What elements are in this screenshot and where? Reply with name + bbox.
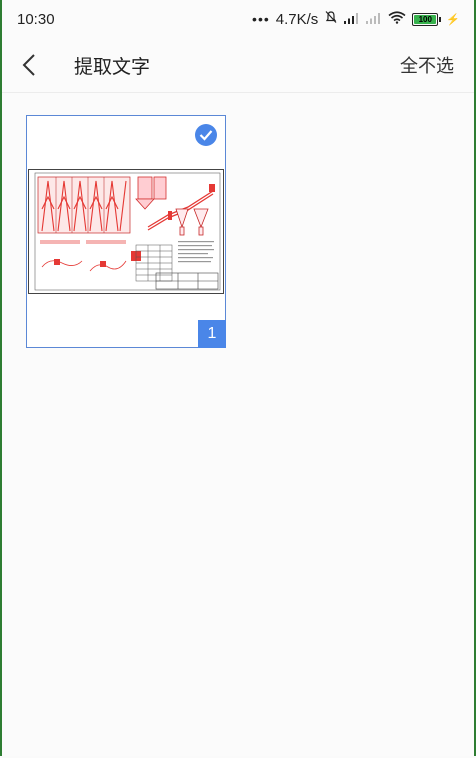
top-app-bar: 提取文字 全不选 — [2, 38, 474, 93]
back-button[interactable] — [22, 50, 52, 80]
mute-bell-icon — [324, 10, 338, 28]
battery-level: 100 — [418, 14, 432, 24]
status-icons: ••• 4.7K/s 100 ⚡ — [252, 10, 460, 28]
signal-icon-2 — [366, 11, 382, 28]
wifi-icon — [388, 10, 406, 28]
page-thumbnail[interactable]: 1 — [26, 115, 226, 348]
chevron-left-icon — [22, 54, 35, 76]
selected-check-icon[interactable] — [195, 124, 217, 146]
page-title: 提取文字 — [74, 55, 151, 78]
battery-icon: 100 — [412, 12, 442, 26]
signal-icon — [344, 11, 360, 28]
status-time: 10:30 — [17, 10, 55, 28]
charging-bolt-icon: ⚡ — [446, 13, 460, 26]
app-screen: 10:30 ••• 4.7K/s 100 ⚡ 提取文字 全不选 1 — [0, 0, 476, 756]
page-grid: 1 — [2, 93, 474, 348]
deselect-all-button[interactable]: 全不选 — [400, 52, 454, 78]
network-speed: 4.7K/s — [275, 10, 319, 28]
status-bar: 10:30 ••• 4.7K/s 100 ⚡ — [2, 0, 474, 38]
more-dots-icon: ••• — [252, 11, 270, 27]
page-number-badge: 1 — [198, 320, 226, 348]
document-preview-image — [28, 169, 224, 294]
